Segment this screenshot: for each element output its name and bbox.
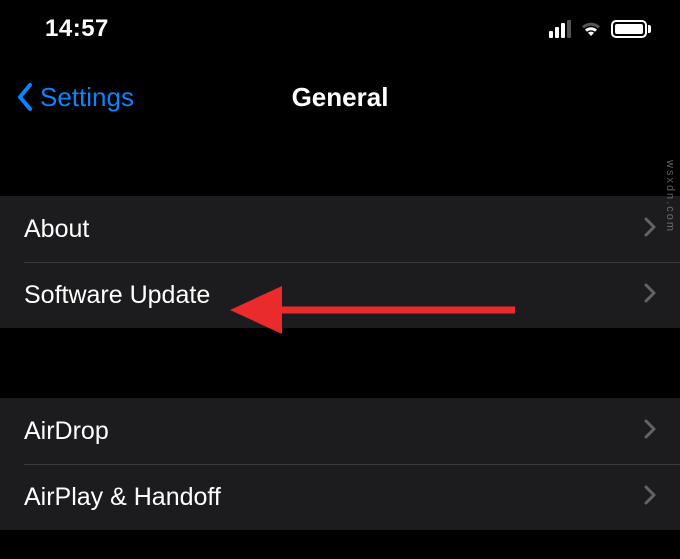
status-time: 14:57 (45, 15, 109, 43)
section-gap (0, 136, 680, 196)
list-item-label: AirDrop (24, 417, 109, 446)
watermark: wsxdn.com (664, 160, 676, 233)
list-item-software-update[interactable]: Software Update (0, 262, 680, 328)
list-item-label: Software Update (24, 281, 210, 310)
navigation-bar: Settings General (0, 58, 680, 136)
list-item-label: AirPlay & Handoff (24, 483, 221, 512)
chevron-right-icon (644, 485, 656, 510)
list-group-2: AirDrop AirPlay & Handoff (0, 398, 680, 530)
battery-icon (611, 20, 651, 38)
back-label: Settings (40, 82, 134, 113)
wifi-icon (579, 20, 603, 38)
back-button[interactable]: Settings (16, 82, 134, 113)
status-bar: 14:57 (0, 0, 680, 58)
list-group-1: About Software Update (0, 196, 680, 328)
list-item-about[interactable]: About (0, 196, 680, 262)
cellular-signal-icon (549, 20, 571, 38)
list-item-airdrop[interactable]: AirDrop (0, 398, 680, 464)
list-item-airplay-handoff[interactable]: AirPlay & Handoff (0, 464, 680, 530)
chevron-right-icon (644, 283, 656, 308)
chevron-right-icon (644, 217, 656, 242)
page-title: General (292, 82, 389, 113)
list-item-label: About (24, 215, 89, 244)
chevron-left-icon (16, 82, 34, 112)
section-gap (0, 328, 680, 398)
chevron-right-icon (644, 419, 656, 444)
status-icons (549, 20, 651, 38)
